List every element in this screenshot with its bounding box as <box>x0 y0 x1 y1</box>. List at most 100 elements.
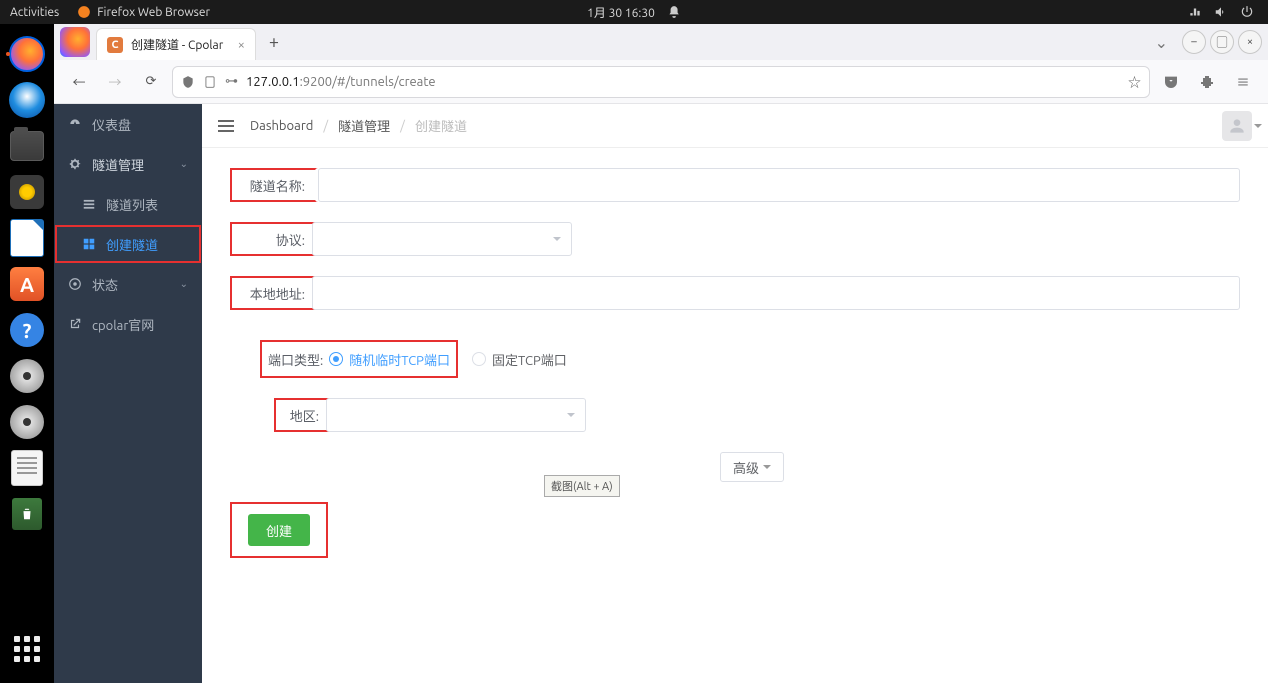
row-port-type: 端口类型: 随机临时TCP端口 固定TCP端口 <box>230 340 1240 378</box>
active-app-label: Firefox Web Browser <box>97 6 210 19</box>
nav-tunnel-create[interactable]: 创建隧道 <box>54 224 202 264</box>
select-region[interactable]: China VIP <box>326 398 586 432</box>
row-protocol: 协议: tcp tcp <box>230 222 1240 256</box>
tab-strip: C 创建隧道 - Cpolar × + ⌄ – ▢ × <box>54 24 1268 60</box>
dock-trash[interactable] <box>5 492 49 536</box>
browser-window: C 创建隧道 - Cpolar × + ⌄ – ▢ × ← → ⟳ ⊶ 127.… <box>54 24 1268 683</box>
window-minimize[interactable]: – <box>1182 30 1206 54</box>
radio-random-label: 随机临时TCP端口 <box>349 350 450 369</box>
row-region: 地区: China VIP China VIP <box>230 398 1240 432</box>
url-path: :9200/#/tunnels/create <box>300 75 436 89</box>
nav-status-label: 状态 <box>92 275 118 294</box>
advanced-button[interactable]: 高级 <box>720 452 784 482</box>
dock-libreoffice[interactable] <box>5 216 49 260</box>
tab-title: 创建隧道 - Cpolar <box>131 36 223 53</box>
nav-tunnel-mgr[interactable]: 隧道管理 ⌄ <box>54 144 202 184</box>
select-protocol[interactable]: tcp <box>312 222 572 256</box>
network-icon[interactable] <box>1188 5 1202 19</box>
label-local-addr: 本地地址: <box>235 284 315 303</box>
lock-icon: ⊶ <box>225 74 238 89</box>
label-tunnel-name: 隧道名称: <box>235 176 315 195</box>
gear-icon <box>68 157 82 171</box>
breadcrumb-tunnel-mgr[interactable]: 隧道管理 <box>338 116 390 135</box>
writer-icon <box>10 219 44 257</box>
tab-close-button[interactable]: × <box>238 38 245 52</box>
active-app-indicator[interactable]: Firefox Web Browser <box>77 5 210 19</box>
dock: A ? <box>0 24 54 683</box>
volume-icon[interactable] <box>1214 5 1228 19</box>
firefox-icon <box>9 36 45 72</box>
trash-icon <box>12 498 42 530</box>
highlight-create: 创建 <box>230 502 328 558</box>
nav-cpolar-site-label: cpolar官网 <box>92 315 154 334</box>
advanced-label: 高级 <box>733 458 759 477</box>
breadcrumb-dashboard[interactable]: Dashboard <box>250 119 313 133</box>
dock-thunderbird[interactable] <box>5 78 49 122</box>
radio-icon <box>472 352 486 366</box>
files-icon <box>10 131 44 161</box>
dock-apps-grid[interactable] <box>5 627 49 671</box>
dock-files[interactable] <box>5 124 49 168</box>
label-port-type: 端口类型: <box>268 350 329 369</box>
nav-dashboard[interactable]: 仪表盘 <box>54 104 202 144</box>
disc-icon <box>10 359 44 393</box>
gnome-top-bar: Activities Firefox Web Browser 1月 30 16:… <box>0 0 1268 24</box>
thunderbird-icon <box>9 82 45 118</box>
extensions-icon[interactable] <box>1192 67 1222 97</box>
dock-firefox[interactable] <box>5 32 49 76</box>
url-input[interactable]: ⊶ 127.0.0.1:9200/#/tunnels/create ☆ <box>172 66 1150 98</box>
label-region: 地区: <box>279 406 329 425</box>
activities-menu[interactable]: Activities <box>10 6 59 19</box>
screenshot-tooltip: 截图(Alt + A) <box>544 475 620 497</box>
app-menu-icon[interactable]: ≡ <box>1228 67 1258 97</box>
dock-help[interactable]: ? <box>5 308 49 352</box>
clock[interactable]: 1月 30 16:30 <box>587 4 655 21</box>
dock-rhythmbox[interactable] <box>5 170 49 214</box>
power-icon[interactable] <box>1240 5 1254 19</box>
firefox-window-icon <box>60 27 90 57</box>
new-tab-button[interactable]: + <box>260 28 288 56</box>
dock-disc1[interactable] <box>5 354 49 398</box>
radio-fixed-port[interactable]: 固定TCP端口 <box>472 350 567 369</box>
browser-tab[interactable]: C 创建隧道 - Cpolar × <box>96 28 256 60</box>
nav-tunnel-list[interactable]: 隧道列表 <box>54 184 202 224</box>
radio-fixed-label: 固定TCP端口 <box>492 350 567 369</box>
shield-icon <box>181 75 195 89</box>
input-tunnel-name[interactable]: svn <box>318 168 1240 202</box>
breadcrumb-create: 创建隧道 <box>415 116 467 135</box>
dock-software[interactable]: A <box>5 262 49 306</box>
nav-back-button[interactable]: ← <box>64 67 94 97</box>
pocket-icon[interactable] <box>1156 67 1186 97</box>
nav-forward-button[interactable]: → <box>100 67 130 97</box>
external-link-icon <box>68 317 82 331</box>
collapse-sidebar-button[interactable] <box>218 120 234 132</box>
bell-icon[interactable] <box>667 5 681 19</box>
radio-random-port[interactable]: 随机临时TCP端口 <box>329 350 450 369</box>
gauge-icon <box>68 117 82 131</box>
disc-icon <box>10 405 44 439</box>
window-maximize[interactable]: ▢ <box>1210 30 1234 54</box>
url-host: 127.0.0.1 <box>246 75 300 89</box>
grid-icon <box>82 237 96 251</box>
firefox-small-icon <box>77 5 91 19</box>
window-close[interactable]: × <box>1238 30 1262 54</box>
create-button[interactable]: 创建 <box>248 514 310 546</box>
dock-text[interactable] <box>5 446 49 490</box>
nav-reload-button[interactable]: ⟳ <box>136 67 166 97</box>
help-icon: ? <box>10 313 44 347</box>
status-icon <box>68 277 82 291</box>
user-avatar[interactable] <box>1222 111 1252 141</box>
apps-grid-icon <box>14 636 40 662</box>
nav-cpolar-site[interactable]: cpolar官网 <box>54 304 202 344</box>
nav-tunnel-mgr-label: 隧道管理 <box>92 155 144 174</box>
nav-status[interactable]: 状态 ⌄ <box>54 264 202 304</box>
row-local-addr: 本地地址: 3690 3690 <box>230 276 1240 310</box>
url-bar-row: ← → ⟳ ⊶ 127.0.0.1:9200/#/tunnels/create … <box>54 60 1268 104</box>
dock-disc2[interactable] <box>5 400 49 444</box>
row-tunnel-name: 隧道名称: svn svn <box>230 168 1240 202</box>
input-local-addr[interactable]: 3690 <box>312 276 1240 310</box>
bookmark-star-icon[interactable]: ☆ <box>1128 72 1141 91</box>
tabs-dropdown-icon[interactable]: ⌄ <box>1155 33 1168 52</box>
page-icon <box>203 75 217 89</box>
user-icon <box>1227 116 1247 136</box>
